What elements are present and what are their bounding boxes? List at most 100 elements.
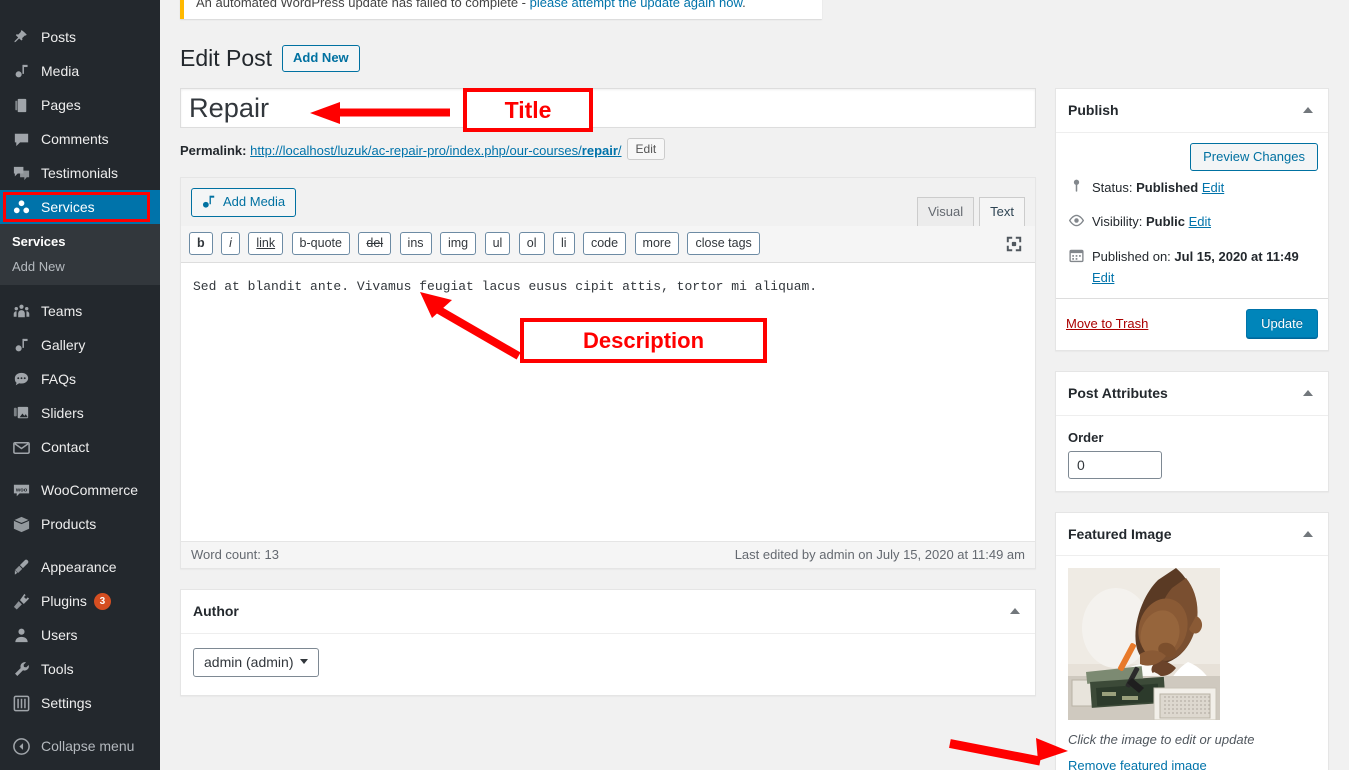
minor-publishing-actions: Preview Changes Status: Published Edit V… (1056, 133, 1328, 298)
page-title-text: Edit Post (180, 45, 273, 71)
post-content-textarea[interactable]: Sed at blandit ante. Vivamus feugiat lac… (181, 263, 1035, 541)
plugins-icon (10, 591, 32, 611)
tab-visual[interactable]: Visual (916, 197, 975, 226)
permalink-slug: repair (581, 143, 618, 158)
annotation-box-title: Title (463, 88, 593, 132)
quicktag-li[interactable]: li (552, 232, 575, 255)
tab-text[interactable]: Text (979, 197, 1025, 227)
move-to-trash-link[interactable]: Move to Trash (1066, 316, 1148, 331)
update-failed-notice: An automated WordPress update has failed… (180, 0, 822, 19)
featured-image-header[interactable]: Featured Image (1056, 513, 1328, 557)
update-button[interactable]: Update (1246, 308, 1318, 339)
submenu-item-services[interactable]: Services (0, 229, 160, 254)
distraction-free-icon[interactable] (1005, 235, 1023, 253)
sidebar-item-media[interactable]: Media (0, 54, 160, 88)
sidebar-item-plugins[interactable]: Plugins 3 (0, 584, 160, 618)
visibility-label: Visibility: (1092, 214, 1143, 230)
sidebar-item-label: Users (41, 627, 78, 643)
menu-order-input[interactable] (1068, 450, 1162, 479)
editor-tools: Add Media Visual Text (181, 178, 1035, 227)
page-title: Edit Post Add New (180, 44, 360, 73)
editor-container: Add Media Visual Text b i link b-quote d… (180, 177, 1036, 569)
sidebar-item-sliders[interactable]: Sliders (0, 396, 160, 430)
sidebar-item-tools[interactable]: Tools (0, 652, 160, 686)
editor-mode-tabs: Visual Text (912, 197, 1025, 227)
post-visibility-row: Visibility: Public Edit (1066, 205, 1318, 240)
edit-published-link[interactable]: Edit (1092, 270, 1114, 285)
quicktag-more[interactable]: more (634, 232, 680, 255)
add-media-label: Add Media (223, 194, 286, 209)
tools-icon (10, 659, 32, 679)
quicktag-del[interactable]: del (358, 232, 392, 255)
sidebar-item-label: WooCommerce (41, 482, 138, 498)
sidebar-item-collapse-menu[interactable]: Collapse menu (0, 729, 160, 763)
permalink-prefix: http://localhost/luzuk/ac-repair-pro/ind… (250, 143, 582, 158)
sidebar-item-gallery[interactable]: Gallery (0, 328, 160, 362)
featured-image-thumbnail[interactable] (1068, 568, 1220, 721)
quicktag-link[interactable]: link (248, 232, 284, 255)
quicktag-ol[interactable]: ol (518, 232, 545, 255)
featured-image-metabox: Featured Image Click the image to edit o… (1055, 511, 1329, 770)
products-icon (10, 514, 32, 534)
sidebar-item-pages[interactable]: Pages (0, 88, 160, 122)
sidebar-item-label: Settings (41, 695, 92, 711)
author-metabox-header[interactable]: Author (181, 590, 1035, 634)
plugins-update-badge: 3 (93, 592, 111, 610)
toggle-attributes-icon[interactable] (1294, 380, 1322, 406)
remove-featured-image-link[interactable]: Remove featured image (1068, 758, 1207, 770)
post-attributes-header[interactable]: Post Attributes (1056, 372, 1328, 416)
permalink-url[interactable]: http://localhost/luzuk/ac-repair-pro/ind… (250, 143, 621, 158)
sidebar-item-posts[interactable]: Posts (0, 20, 160, 54)
publish-metabox-header[interactable]: Publish (1056, 89, 1328, 133)
sidebar-item-products[interactable]: Products (0, 507, 160, 541)
quicktag-blockquote[interactable]: b-quote (291, 232, 350, 255)
services-submenu: Services Add New (0, 224, 160, 285)
add-new-button[interactable]: Add New (282, 44, 360, 73)
sidebar-item-appearance[interactable]: Appearance (0, 550, 160, 584)
status-label: Status: (1092, 179, 1133, 195)
author-metabox: Author admin (admin) (180, 589, 1036, 696)
quicktag-img[interactable]: img (439, 232, 477, 255)
sidebar-item-label: Posts (41, 29, 77, 45)
sidebar-item-users[interactable]: Users (0, 618, 160, 652)
toggle-author-icon[interactable] (1001, 598, 1029, 624)
sidebar-item-comments[interactable]: Comments (0, 122, 160, 156)
author-select[interactable]: admin (admin) (193, 647, 320, 677)
edit-permalink-button[interactable]: Edit (626, 138, 666, 160)
sidebar-item-label: Products (41, 516, 97, 532)
sidebar-item-teams[interactable]: Teams (0, 294, 160, 328)
annotation-arrow-remove-featured-image (949, 730, 1070, 766)
sidebar-item-settings[interactable]: Settings (0, 686, 160, 720)
visibility-value: Public (1145, 214, 1185, 230)
edit-visibility-link[interactable]: Edit (1189, 214, 1211, 229)
sidebar-item-testimonials[interactable]: Testimonials (0, 156, 160, 190)
quicktag-ins[interactable]: ins (399, 232, 432, 255)
quicktag-italic[interactable]: i (221, 232, 240, 255)
featured-image-caption: Click the image to edit or update (1068, 732, 1255, 748)
notice-text-before: An automated WordPress update has failed… (196, 0, 530, 10)
submenu-item-add-new[interactable]: Add New (0, 254, 160, 279)
annotation-description-label: Description (582, 327, 705, 353)
sidebar-item-faqs[interactable]: FAQs (0, 362, 160, 396)
faqs-icon (10, 369, 32, 389)
gallery-icon (10, 335, 32, 355)
toggle-publish-icon[interactable] (1294, 97, 1322, 123)
quicktag-ul[interactable]: ul (484, 232, 511, 255)
edit-status-link[interactable]: Edit (1202, 180, 1224, 195)
toggle-featured-image-icon[interactable] (1294, 521, 1322, 547)
quicktag-close-tags[interactable]: close tags (687, 232, 760, 255)
annotation-title-label: Title (504, 96, 552, 123)
preview-changes-button[interactable]: Preview Changes (1190, 142, 1318, 171)
sidebar-item-woocommerce[interactable]: woo WooCommerce (0, 473, 160, 507)
post-published-row: Published on: Jul 15, 2020 at 11:49 Edit (1066, 240, 1318, 296)
quicktag-code[interactable]: code (582, 232, 627, 255)
editor-status-bar: Word count: 13 Last edited by admin on J… (181, 541, 1035, 568)
notice-retry-link[interactable]: please attempt the update again now (530, 0, 743, 10)
sidebar-item-label: Testimonials (41, 165, 119, 181)
menu-separator (0, 464, 160, 473)
post-published-text: Published on: Jul 15, 2020 at 11:49 Edit (1092, 247, 1318, 289)
sidebar-item-contact[interactable]: Contact (0, 430, 160, 464)
quicktag-bold[interactable]: b (189, 232, 213, 255)
add-media-button[interactable]: Add Media (191, 188, 297, 218)
sidebar-item-label: Comments (41, 131, 109, 147)
